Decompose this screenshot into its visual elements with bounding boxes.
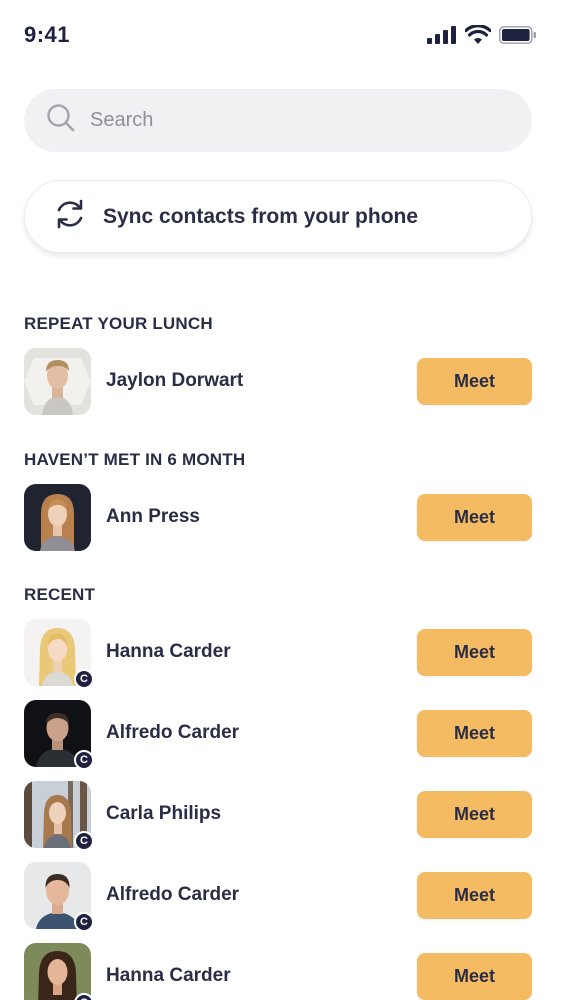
meet-button[interactable]: Meet	[417, 953, 532, 1000]
battery-icon	[499, 25, 537, 49]
meet-button[interactable]: Meet	[417, 358, 532, 405]
contact-row: C Alfredo Carder Meet	[24, 862, 532, 932]
contact-name: Carla Philips	[106, 803, 222, 824]
contact-badge-icon: C	[74, 831, 94, 851]
signal-icon	[427, 25, 457, 49]
contact-badge-icon: C	[74, 993, 94, 1000]
contact-row: Jaylon Dorwart Meet	[24, 348, 532, 415]
wifi-icon	[464, 24, 492, 49]
search-input[interactable]	[90, 109, 490, 132]
contact-name: Hanna Carder	[106, 641, 231, 662]
contact-row: C Alfredo Carder Meet	[24, 700, 532, 770]
search-icon	[46, 103, 76, 138]
meet-button[interactable]: Meet	[417, 629, 532, 676]
contact-badge-icon: C	[74, 912, 94, 932]
contact-row: C Hanna Carder Meet	[24, 619, 532, 689]
contact-row: C Hanna Carder Meet	[24, 943, 532, 1000]
search-bar[interactable]	[24, 89, 532, 152]
avatar[interactable]	[24, 484, 91, 551]
avatar[interactable]	[24, 943, 91, 1000]
meet-button[interactable]: Meet	[417, 710, 532, 757]
contact-name: Ann Press	[106, 506, 200, 527]
status-bar: 9:41	[0, 0, 563, 70]
avatar[interactable]	[24, 348, 91, 415]
contact-badge-icon: C	[74, 669, 94, 689]
contact-row: C Carla Philips Meet	[24, 781, 532, 851]
contact-row: Ann Press Meet	[24, 484, 532, 551]
sync-contacts-label: Sync contacts from your phone	[103, 204, 419, 228]
contact-name: Alfredo Carder	[106, 722, 240, 743]
status-icons	[427, 24, 537, 49]
contact-name: Hanna Carder	[106, 965, 231, 986]
section-title-recent: RECENT	[24, 585, 96, 604]
contact-name: Jaylon Dorwart	[106, 370, 244, 391]
sync-contacts-button[interactable]: Sync contacts from your phone	[24, 180, 532, 253]
section-title-repeat-lunch: REPEAT YOUR LUNCH	[24, 314, 213, 333]
meet-button[interactable]: Meet	[417, 791, 532, 838]
contact-name: Alfredo Carder	[106, 884, 240, 905]
status-time: 9:41	[24, 22, 71, 47]
meet-button[interactable]: Meet	[417, 494, 532, 541]
sync-icon	[53, 197, 87, 236]
section-title-not-met: HAVEN’T MET IN 6 MONTH	[24, 450, 246, 469]
meet-button[interactable]: Meet	[417, 872, 532, 919]
contact-badge-icon: C	[74, 750, 94, 770]
